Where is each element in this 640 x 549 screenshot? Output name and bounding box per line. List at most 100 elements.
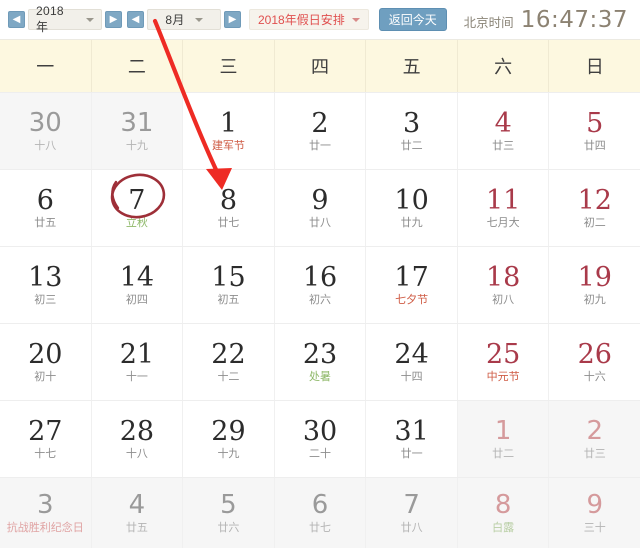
- lunar-date-label: 十二: [217, 370, 240, 384]
- day-number: 17: [394, 261, 429, 293]
- calendar-day-cell[interactable]: 30 十八: [0, 93, 92, 169]
- calendar-day-cell[interactable]: 10 廿九: [366, 170, 458, 246]
- calendar-week-row: 13 初三 14 初四 15 初五 16 初六 17 七夕节 18 初八 19 初九: [0, 246, 640, 323]
- prev-month-button[interactable]: ◀: [127, 11, 144, 28]
- calendar-day-cell[interactable]: 26 十六: [549, 324, 640, 400]
- calendar-day-cell[interactable]: 16 初六: [274, 247, 367, 323]
- calendar-day-cell[interactable]: 31 廿一: [366, 401, 458, 477]
- lunar-date-label: 三十: [583, 520, 606, 534]
- calendar-day-cell[interactable]: 31 十九: [91, 93, 184, 169]
- calendar-week-row: 20 初十 21 十一 22 十二 23 处暑 24 十四 25 中元节 26 十六: [0, 323, 640, 400]
- calendar-day-cell[interactable]: 18 初八: [457, 247, 550, 323]
- next-month-button[interactable]: ▶: [224, 11, 241, 28]
- calendar-day-cell[interactable]: 6 廿五: [0, 170, 92, 246]
- day-number: 5: [586, 107, 604, 139]
- calendar-day-cell[interactable]: 2 廿三: [549, 401, 640, 477]
- weekday-header-5: 六: [458, 40, 550, 92]
- lunar-date-label: 廿八: [400, 520, 423, 534]
- day-number: 28: [119, 415, 155, 447]
- lunar-date-label: 廿三: [583, 446, 606, 460]
- calendar-day-cell[interactable]: 9 三十: [549, 478, 640, 548]
- calendar-day-cell[interactable]: 30 二十: [274, 401, 367, 477]
- weekday-header-0: 一: [0, 40, 92, 92]
- calendar-day-cell[interactable]: 3 廿二: [366, 93, 458, 169]
- calendar-day-cell[interactable]: 6 廿七: [274, 478, 367, 548]
- calendar-day-cell[interactable]: 27 十七: [0, 401, 92, 477]
- day-number: 3: [403, 107, 421, 139]
- lunar-date-label: 廿四: [583, 139, 606, 153]
- calendar-day-cell[interactable]: 19 初九: [549, 247, 640, 323]
- day-number: 29: [211, 415, 246, 447]
- calendar-day-cell[interactable]: 1 建军节: [183, 93, 275, 169]
- lunar-date-label: 十九: [125, 138, 148, 152]
- lunar-date-label: 廿五: [34, 216, 57, 230]
- holiday-schedule-select[interactable]: 2018年假日安排: [249, 9, 369, 30]
- day-number: 23: [302, 338, 338, 370]
- calendar-day-cell[interactable]: 8 廿七: [183, 170, 275, 246]
- calendar-day-cell[interactable]: 24 十四: [366, 324, 458, 400]
- solar-term-label: 立秋: [125, 216, 148, 230]
- calendar-day-cell[interactable]: 5 廿四: [549, 93, 640, 169]
- calendar-day-cell[interactable]: 28 十八: [91, 401, 184, 477]
- day-number: 10: [394, 184, 429, 216]
- calendar-day-cell[interactable]: 8 白露: [457, 478, 550, 548]
- lunar-date-label: 初三: [34, 293, 57, 307]
- calendar-day-cell[interactable]: 21 十一: [91, 324, 184, 400]
- calendar-day-cell[interactable]: 20 初十: [0, 324, 92, 400]
- calendar-day-cell[interactable]: 4 廿五: [91, 478, 184, 548]
- lunar-date-label: 廿一: [309, 139, 332, 153]
- day-number: 5: [220, 490, 237, 521]
- calendar-day-cell[interactable]: 14 初四: [91, 247, 184, 323]
- calendar-day-cell[interactable]: 22 十二: [183, 324, 275, 400]
- calendar-day-cell[interactable]: 5 廿六: [183, 478, 275, 548]
- day-number: 13: [28, 261, 63, 293]
- lunar-date-label: 七月大: [486, 216, 520, 230]
- weekday-header-4: 五: [366, 40, 458, 92]
- calendar-day-cell[interactable]: 29 十九: [183, 401, 275, 477]
- lunar-date-label: 初十: [34, 370, 57, 384]
- calendar-day-cell[interactable]: 12 初二: [549, 170, 640, 246]
- month-select[interactable]: 8月: [147, 9, 221, 30]
- calendar-day-cell[interactable]: 17 七夕节: [366, 247, 458, 323]
- calendar-day-cell[interactable]: 23 处暑: [274, 324, 367, 400]
- holiday-schedule-label: 2018年假日安排: [258, 13, 345, 27]
- day-number: 1: [219, 107, 238, 139]
- lunar-date-label: 初四: [125, 293, 148, 307]
- chevron-down-icon: [194, 17, 203, 22]
- calendar-day-cell[interactable]: 4 廿三: [457, 93, 550, 169]
- weekday-header-1: 二: [92, 40, 184, 92]
- day-number: 31: [120, 108, 154, 139]
- lunar-date-label: 初六: [309, 293, 332, 307]
- day-number: 15: [211, 261, 246, 293]
- calendar-day-cell[interactable]: 7 廿八: [366, 478, 458, 548]
- calendar-day-cell[interactable]: 9 廿八: [274, 170, 367, 246]
- lunar-date-label: 二十: [309, 447, 332, 461]
- weekday-header-6: 日: [585, 57, 604, 78]
- festival-label: 中元节: [486, 370, 520, 384]
- calendar-day-cell[interactable]: 15 初五: [183, 247, 275, 323]
- next-year-button[interactable]: ▶: [105, 11, 122, 28]
- prev-year-button[interactable]: ◀: [8, 11, 25, 28]
- day-number: 1: [494, 416, 512, 447]
- calendar-day-cell[interactable]: 2 廿一: [274, 93, 367, 169]
- clock-label: 北京时间: [463, 15, 514, 30]
- year-select[interactable]: 2018年: [28, 4, 102, 34]
- solar-term-label: 白露: [492, 520, 515, 534]
- calendar-day-cell[interactable]: 11 七月大: [457, 170, 550, 246]
- calendar-day-cell[interactable]: 1 廿二: [457, 401, 550, 477]
- calendar-day-cell[interactable]: 3 抗战胜利纪念日: [0, 478, 92, 548]
- calendar-week-row: 30 十八 31 十九 1 建军节 2 廿一 3 廿二 4 廿三 5 廿四: [0, 92, 640, 169]
- calendar-day-cell[interactable]: 25 中元节: [457, 324, 550, 400]
- day-number: 6: [311, 490, 329, 521]
- calendar-day-cell[interactable]: 13 初三: [0, 247, 92, 323]
- lunar-date-label: 廿五: [125, 520, 148, 534]
- calendar-day-cell[interactable]: 7 立秋: [91, 170, 184, 246]
- day-number: 14: [119, 261, 155, 293]
- clock-time: 16:47:37: [520, 6, 628, 33]
- day-number: 25: [486, 338, 521, 370]
- day-number: 8: [494, 490, 512, 521]
- calendar-app: ◀ 2018年 ▶ ◀ 8月 ▶ 2018年假日安排 返回今天 北京时间 16:…: [0, 0, 640, 549]
- lunar-date-label: 廿一: [400, 447, 423, 461]
- return-to-today-button[interactable]: 返回今天: [378, 8, 447, 31]
- lunar-date-label: 十四: [400, 370, 423, 384]
